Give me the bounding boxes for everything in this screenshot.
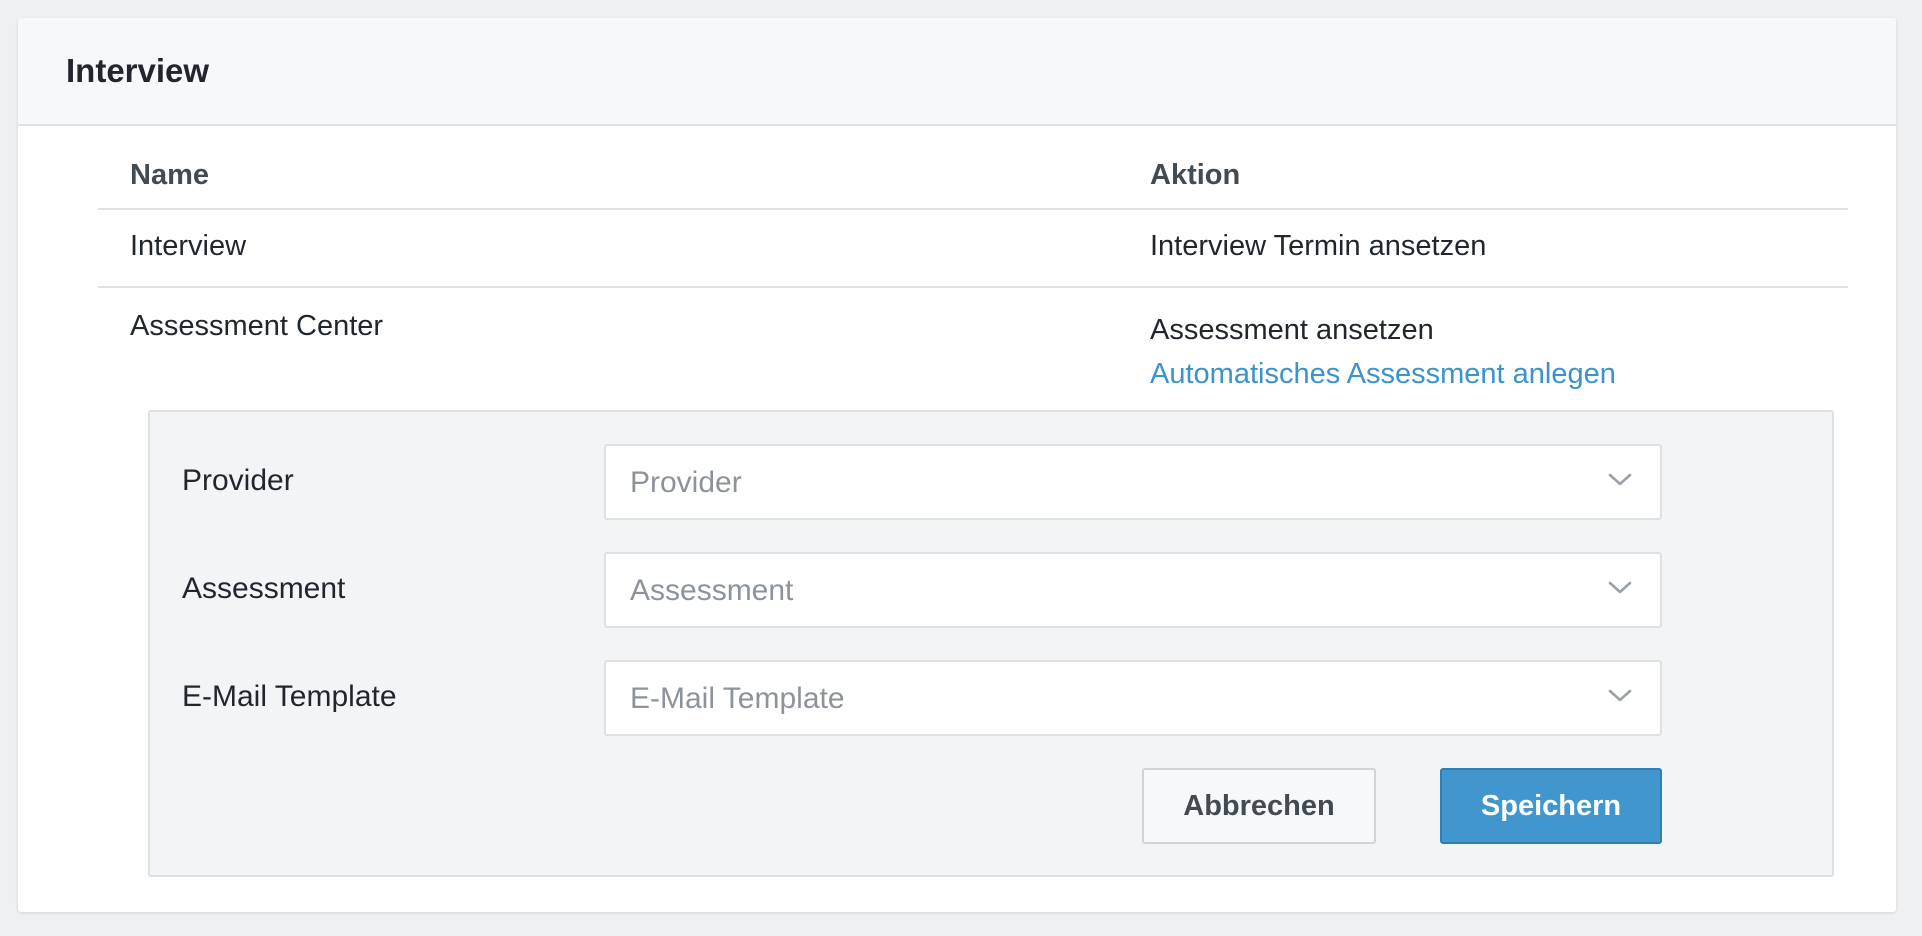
table-row: Interview Interview Termin ansetzen xyxy=(98,210,1848,288)
save-button[interactable]: Speichern xyxy=(1440,768,1662,844)
form-row-assessment: Assessment Assessment xyxy=(150,552,1832,628)
card-header: Interview xyxy=(18,18,1896,126)
email-template-select-placeholder: E-Mail Template xyxy=(630,682,845,715)
chevron-down-icon xyxy=(1608,473,1632,486)
row-action: Interview Termin ansetzen xyxy=(1150,230,1487,262)
provider-label: Provider xyxy=(182,464,294,497)
chevron-down-icon xyxy=(1608,689,1632,702)
provider-select-placeholder: Provider xyxy=(630,466,742,499)
email-template-select[interactable]: E-Mail Template xyxy=(604,660,1662,736)
chevron-down-icon xyxy=(1608,581,1632,594)
card-title: Interview xyxy=(66,52,210,89)
table-header: Name Aktion xyxy=(98,126,1848,210)
row-action-cell: Assessment ansetzen Automatisches Assess… xyxy=(1150,310,1616,394)
cancel-button[interactable]: Abbrechen xyxy=(1142,768,1376,844)
column-header-name: Name xyxy=(130,159,209,191)
create-automatic-assessment-link[interactable]: Automatisches Assessment anlegen xyxy=(1150,354,1616,394)
provider-select[interactable]: Provider xyxy=(604,444,1662,520)
assessment-label: Assessment xyxy=(182,572,346,605)
assessment-form-panel: Provider Provider Assessment Assessment xyxy=(148,410,1834,877)
assessment-select[interactable]: Assessment xyxy=(604,552,1662,628)
row-name: Interview xyxy=(130,230,247,262)
row-name: Assessment Center xyxy=(130,310,384,342)
row-action: Assessment ansetzen xyxy=(1150,314,1434,346)
table-row: Assessment Center Assessment ansetzen Au… xyxy=(98,288,1848,877)
email-template-label: E-Mail Template xyxy=(182,680,397,713)
interview-card: Interview Name Aktion Interview Intervie… xyxy=(18,18,1896,912)
action-table: Name Aktion Interview Interview Termin a… xyxy=(98,126,1848,877)
column-header-action: Aktion xyxy=(1150,159,1241,191)
assessment-select-placeholder: Assessment xyxy=(630,574,794,607)
form-row-provider: Provider Provider xyxy=(150,444,1832,520)
form-row-email-template: E-Mail Template E-Mail Template xyxy=(150,660,1832,736)
